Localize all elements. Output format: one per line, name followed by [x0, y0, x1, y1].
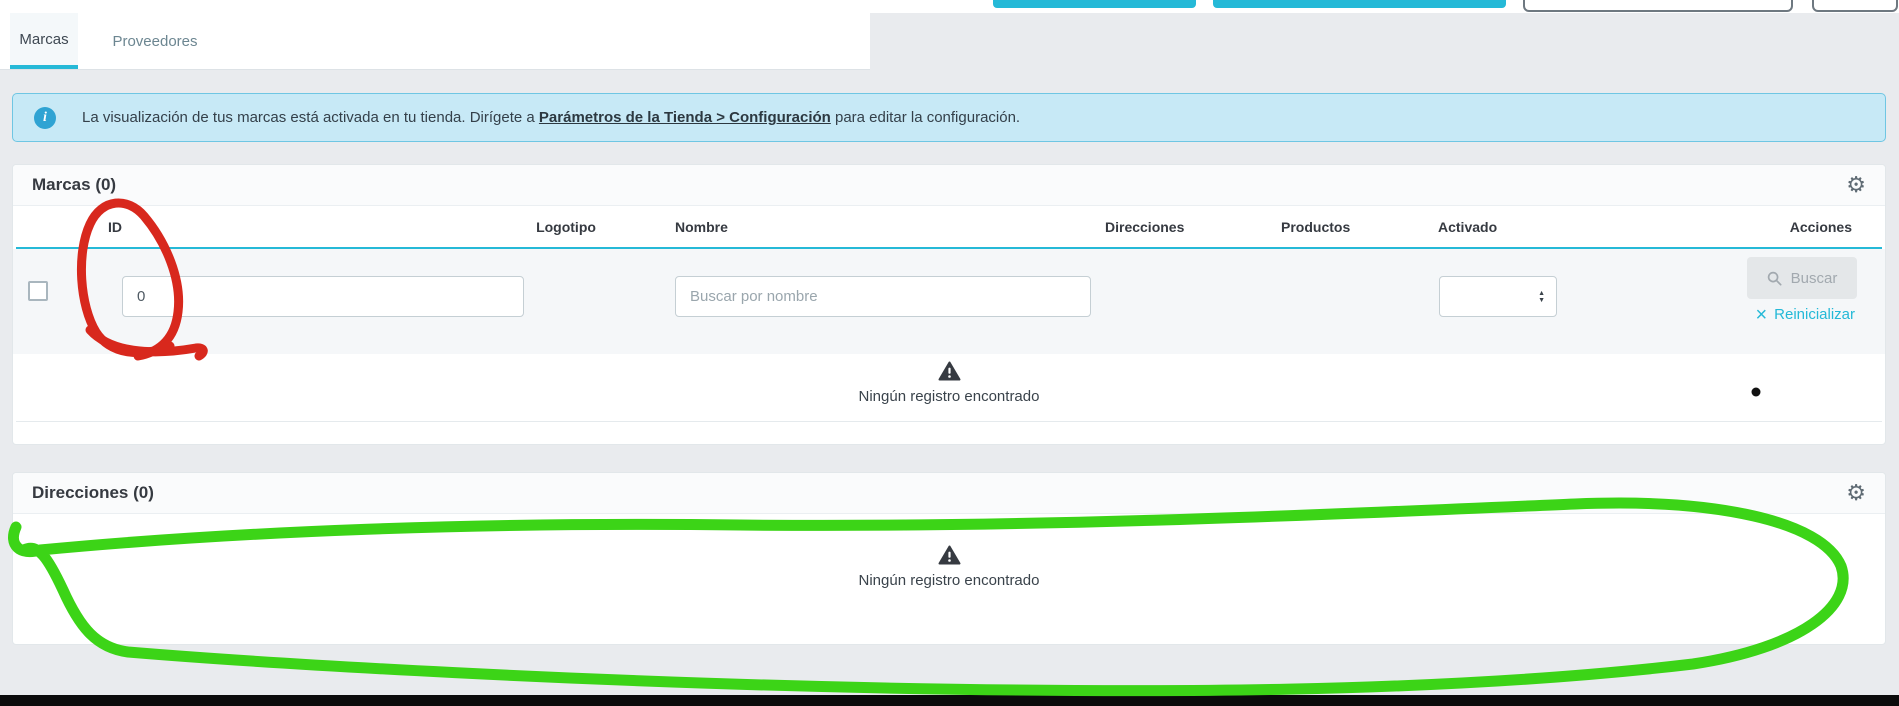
reset-link-label: Reinicializar — [1774, 306, 1855, 323]
toolbar-button-fragment-1[interactable] — [993, 0, 1196, 8]
brands-table-header: ID Logotipo Nombre Direcciones Productos… — [16, 206, 1882, 249]
addresses-panel: Direcciones (0) ⚙ Ningún registro encont… — [12, 472, 1886, 645]
caret-up-icon: ▲ — [1538, 289, 1545, 297]
id-filter-input[interactable] — [122, 276, 524, 317]
top-toolbar-strip — [0, 0, 1899, 13]
divider — [16, 421, 1882, 422]
name-filter-input[interactable] — [675, 276, 1091, 317]
admin-page: Marcas Proveedores i La visualización de… — [0, 0, 1899, 706]
addresses-empty-state: Ningún registro encontrado — [13, 514, 1885, 589]
column-header-id: ID — [108, 218, 122, 235]
search-icon — [1767, 271, 1782, 286]
addresses-panel-header: Direcciones (0) ⚙ — [13, 473, 1885, 514]
toolbar-button-fragment-3[interactable] — [1523, 0, 1793, 12]
brands-empty-text: Ningún registro encontrado — [858, 388, 1040, 405]
select-carets-icon: ▲ ▼ — [1538, 290, 1545, 304]
column-header-logotipo: Logotipo — [536, 218, 596, 235]
column-header-activado: Activado — [1438, 218, 1498, 235]
tab-marcas-label: Marcas — [19, 30, 69, 48]
addresses-empty-text: Ningún registro encontrado — [858, 572, 1040, 589]
search-button[interactable]: Buscar — [1747, 257, 1857, 299]
info-alert-text: La visualización de tus marcas está acti… — [82, 109, 1020, 126]
column-header-direcciones: Direcciones — [1105, 218, 1185, 235]
filter-row: ▲ ▼ Buscar × Reinicializar — [13, 249, 1885, 354]
alert-text-after: para editar la configuración. — [830, 109, 1021, 126]
toolbar-button-fragment-4[interactable] — [1812, 0, 1898, 12]
tab-proveedores[interactable]: Proveedores — [92, 13, 218, 69]
warning-icon — [938, 545, 960, 565]
warning-icon — [938, 361, 960, 381]
tab-proveedores-label: Proveedores — [112, 32, 198, 50]
tab-bar: Marcas Proveedores — [0, 13, 870, 70]
reset-link[interactable]: × Reinicializar — [1755, 303, 1855, 326]
toolbar-button-fragment-2[interactable] — [1213, 0, 1506, 8]
info-icon: i — [34, 106, 56, 129]
caret-down-icon: ▼ — [1538, 296, 1545, 304]
gear-icon[interactable]: ⚙ — [1846, 174, 1866, 196]
column-header-productos: Productos — [1281, 218, 1351, 235]
close-icon: × — [1755, 303, 1768, 326]
column-header-nombre: Nombre — [675, 218, 728, 235]
addresses-panel-title: Direcciones (0) — [32, 483, 154, 502]
alert-text-before: La visualización de tus marcas está acti… — [82, 109, 539, 126]
gear-icon[interactable]: ⚙ — [1846, 482, 1866, 504]
search-button-label: Buscar — [1790, 269, 1838, 287]
brands-panel: Marcas (0) ⚙ ID Logotipo Nombre Direccio… — [12, 164, 1886, 445]
activado-select[interactable]: ▲ ▼ — [1439, 276, 1557, 317]
brands-empty-state: Ningún registro encontrado — [13, 354, 1885, 421]
tab-marcas[interactable]: Marcas — [10, 13, 78, 69]
info-alert: i La visualización de tus marcas está ac… — [12, 93, 1886, 142]
select-all-checkbox[interactable] — [28, 281, 48, 301]
brands-panel-title: Marcas (0) — [32, 175, 117, 194]
brands-panel-header: Marcas (0) ⚙ — [13, 165, 1885, 206]
column-header-acciones: Acciones — [1789, 218, 1852, 235]
settings-link[interactable]: Parámetros de la Tienda > Configuración — [539, 109, 831, 126]
footer-bar — [0, 695, 1899, 706]
